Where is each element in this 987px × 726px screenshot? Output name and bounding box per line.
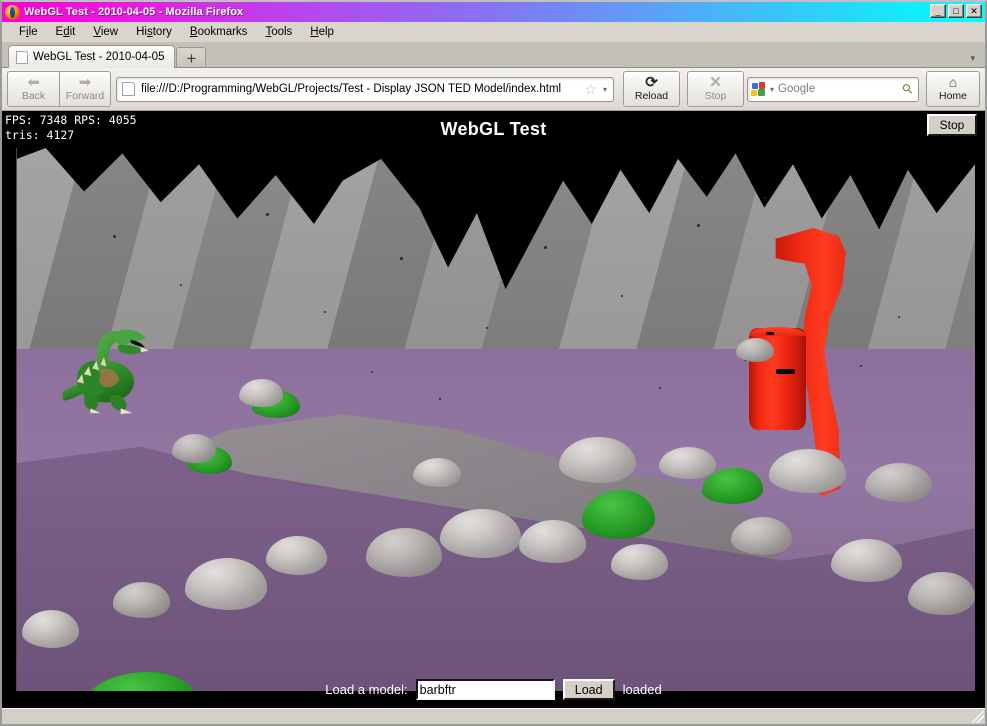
navigation-toolbar: ⬅ Back ➡ Forward file:///D:/Programming/… — [2, 68, 985, 111]
menu-bookmarks[interactable]: Bookmarks — [181, 24, 257, 40]
reload-button-label: Reload — [634, 90, 669, 102]
home-button-label: Home — [938, 90, 967, 102]
load-status-text: loaded — [622, 682, 662, 697]
reload-button[interactable]: ⟳ Reload — [623, 71, 680, 107]
rock — [239, 378, 284, 407]
rock — [518, 519, 587, 564]
rock — [172, 433, 217, 463]
page-stop-button[interactable]: Stop — [927, 114, 977, 136]
status-bar — [2, 708, 985, 724]
tab-webgl-test[interactable]: WebGL Test - 2010-04-05 — [8, 45, 176, 68]
model-loader-controls: Load a model: Load loaded — [2, 679, 985, 700]
webgl-canvas[interactable] — [16, 148, 975, 691]
reload-icon: ⟳ — [645, 74, 658, 91]
bookmark-star-icon[interactable]: ☆ — [584, 82, 597, 96]
rock — [769, 449, 846, 493]
menu-tools[interactable]: Tools — [256, 24, 301, 40]
tab-label: WebGL Test - 2010-04-05 — [33, 51, 165, 63]
rock — [112, 582, 171, 618]
url-text: file:///D:/Programming/WebGL/Projects/Te… — [141, 83, 562, 95]
firefox-logo-icon — [5, 4, 20, 20]
menubar: File Edit View History Bookmarks Tools H… — [2, 22, 985, 43]
page-title: WebGL Test — [440, 119, 547, 139]
back-forward-group: ⬅ Back ➡ Forward — [7, 71, 111, 107]
dragon-svg-icon — [62, 329, 150, 415]
menu-file[interactable]: File — [10, 24, 47, 40]
stop-button[interactable]: ✕ Stop — [687, 71, 744, 107]
search-engine-chevron-down-icon[interactable]: ▾ — [770, 85, 774, 94]
back-button[interactable]: ⬅ Back — [7, 71, 59, 107]
back-button-label: Back — [21, 89, 46, 102]
search-bar[interactable]: ▾ Google ⚲ — [747, 76, 919, 102]
menu-edit[interactable]: Edit — [47, 24, 85, 40]
menu-history[interactable]: History — [127, 24, 181, 40]
new-tab-button[interactable]: + — [176, 47, 207, 68]
rock — [559, 436, 636, 484]
page-content: FPS: 7348 RPS: 4055 tris: 4127 WebGL Tes… — [2, 111, 985, 708]
search-icon[interactable]: ⚲ — [899, 80, 917, 98]
rock — [266, 536, 328, 576]
browser-window: WebGL Test - 2010-04-05 - Mozilla Firefo… — [0, 0, 987, 726]
rock — [610, 544, 669, 580]
resize-grip-icon[interactable] — [972, 711, 984, 723]
close-icon[interactable]: ✕ — [966, 4, 982, 18]
dragon-model — [57, 319, 158, 415]
menu-help[interactable]: Help — [301, 24, 343, 40]
url-chevron-down-icon[interactable]: ▾ — [603, 85, 609, 94]
window-title: WebGL Test - 2010-04-05 - Mozilla Firefo… — [24, 6, 244, 18]
model-name-input[interactable] — [415, 679, 555, 700]
arrow-right-icon: ➡ — [78, 73, 92, 91]
rock — [735, 338, 774, 363]
home-icon: ⌂ — [948, 74, 958, 90]
stats-line-tris: tris: 4127 — [5, 128, 75, 142]
stop-x-icon: ✕ — [709, 74, 722, 91]
url-bar[interactable]: file:///D:/Programming/WebGL/Projects/Te… — [116, 76, 614, 102]
rock — [831, 538, 903, 583]
forward-button[interactable]: ➡ Forward — [59, 71, 111, 107]
rock — [730, 517, 792, 556]
load-model-button[interactable]: Load — [562, 679, 615, 700]
rock — [412, 457, 461, 487]
stop-button-label: Stop — [704, 90, 727, 102]
forward-button-label: Forward — [65, 89, 105, 102]
performance-stats-overlay: FPS: 7348 RPS: 4055 tris: 4127 — [5, 113, 137, 143]
rock — [658, 446, 717, 480]
stats-line-fps: FPS: 7348 RPS: 4055 — [5, 113, 137, 127]
rock — [864, 462, 932, 503]
load-model-label: Load a model: — [325, 682, 408, 697]
url-favicon-icon — [122, 82, 135, 96]
rock — [365, 528, 443, 577]
tab-strip: WebGL Test - 2010-04-05 + ▾ — [2, 43, 985, 68]
minimize-icon[interactable]: _ — [930, 4, 946, 18]
search-input[interactable]: Google — [778, 83, 899, 95]
rock — [440, 509, 521, 558]
maximize-icon[interactable]: □ — [948, 4, 964, 18]
window-controls: _ □ ✕ — [930, 4, 982, 18]
menu-view[interactable]: View — [84, 24, 127, 40]
google-icon[interactable] — [751, 81, 766, 97]
arrow-left-icon: ⬅ — [27, 73, 40, 91]
page-favicon-icon — [16, 50, 28, 64]
bush — [701, 468, 764, 504]
home-button[interactable]: ⌂ Home — [926, 71, 980, 107]
window-titlebar: WebGL Test - 2010-04-05 - Mozilla Firefo… — [2, 2, 985, 22]
tab-list-chevron-down-icon[interactable]: ▾ — [970, 53, 975, 64]
